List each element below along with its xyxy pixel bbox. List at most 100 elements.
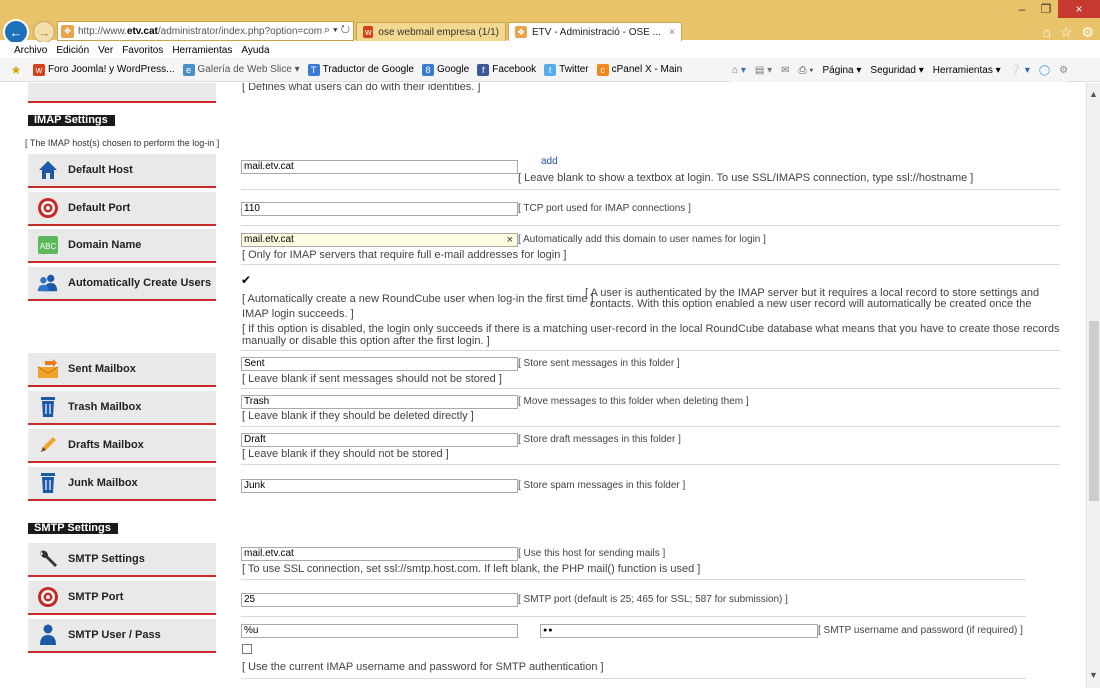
browser-titlebar: ← → ❖ http://www. etv.cat/administrator/i… <box>0 0 1100 45</box>
smtp-use-imap-checkbox[interactable] <box>242 644 252 654</box>
help-icon[interactable]: ❔ ▾ <box>1010 65 1030 76</box>
webslice-icon: e <box>182 63 195 76</box>
menu-ayuda[interactable]: Ayuda <box>241 45 269 56</box>
skype-icon[interactable]: ◯ <box>1039 65 1050 76</box>
row-label-smtp-user-pass: SMTP User / Pass <box>28 619 216 653</box>
auto-create-help: [ Automatically create a new RoundCube u… <box>242 293 594 305</box>
print-icon[interactable]: ⎙ ▾ <box>798 65 813 76</box>
forward-button[interactable]: → <box>33 21 55 43</box>
fav-twitter[interactable]: t Twitter <box>544 63 589 76</box>
w-icon: w <box>363 26 374 38</box>
smtp-password-input[interactable]: ●● <box>540 624 818 638</box>
cpanel-icon: c <box>596 63 609 76</box>
scroll-up-icon[interactable]: ▲ <box>1089 89 1098 99</box>
tab-webmail[interactable]: w ose webmail empresa (1/1) <box>356 22 506 41</box>
smtp-host-desc: [ Use this host for sending mails ] <box>518 548 666 559</box>
label-auto-create: Automatically Create Users <box>68 277 212 289</box>
gear-icon[interactable]: ⚙ <box>1081 24 1094 41</box>
smtp-username-input[interactable]: %u <box>241 624 518 638</box>
auto-create-help-2: IMAP login succeeds. ] <box>242 308 354 320</box>
row-label-sent-mailbox: Sent Mailbox <box>28 353 216 387</box>
label-drafts-mailbox: Drafts Mailbox <box>68 439 144 451</box>
google-icon: 8 <box>422 63 434 76</box>
home-cmd-icon[interactable]: ⌂ ▾ <box>732 65 746 76</box>
row-label-smtp-settings: SMTP Settings <box>28 543 216 577</box>
trash-mailbox-input[interactable]: Trash <box>241 395 518 409</box>
auto-create-help-4: manually or disable this option after th… <box>242 335 490 347</box>
clear-input-icon[interactable]: × <box>507 234 513 246</box>
vertical-scrollbar[interactable]: ▲ ▼ <box>1086 83 1100 688</box>
close-window-icon[interactable]: × <box>1058 0 1100 18</box>
label-sent-mailbox: Sent Mailbox <box>68 363 136 375</box>
menu-archivo[interactable]: Archivo <box>14 45 47 56</box>
scroll-down-icon[interactable]: ▼ <box>1089 670 1098 680</box>
favorites-star-add-icon[interactable]: ★ <box>10 64 25 76</box>
fav-facebook[interactable]: f Facebook <box>477 63 536 76</box>
label-smtp-port: SMTP Port <box>68 591 124 603</box>
row-label-smtp-port: SMTP Port <box>28 581 216 615</box>
menu-herramientas[interactable]: Herramientas <box>172 45 232 56</box>
cmd-seguridad[interactable]: Seguridad ▾ <box>870 65 923 76</box>
divider <box>241 678 1026 679</box>
auto-create-checkbox[interactable]: ✔ <box>241 274 251 286</box>
menu-ver[interactable]: Ver <box>98 45 113 56</box>
menu-edicion[interactable]: Edición <box>56 45 89 56</box>
tab-administracio[interactable]: ❖ ETV - Administració - OSE ... × <box>508 22 682 41</box>
divider <box>241 225 1060 226</box>
auto-create-help-3: [ If this option is disabled, the login … <box>242 323 1060 335</box>
drafts-mailbox-help: [ Leave blank if they should not be stor… <box>242 448 449 460</box>
sent-mail-icon <box>37 358 59 380</box>
scrollbar-thumb[interactable] <box>1089 321 1099 501</box>
feeds-icon[interactable]: ▤ ▾ <box>755 65 772 76</box>
fav-webslice[interactable]: e Galería de Web Slice ▾ <box>182 63 300 76</box>
minimize-icon[interactable]: – <box>1010 0 1034 18</box>
label-smtp-settings: SMTP Settings <box>68 553 145 565</box>
default-port-input[interactable]: 110 <box>241 202 518 216</box>
smtp-host-input[interactable]: mail.etv.cat <box>241 547 518 561</box>
command-bar: ⌂ ▾ ▤ ▾ ✉ ⎙ ▾ Página ▾ Seguridad ▾ Herra… <box>730 58 1069 82</box>
wrench-icon <box>37 548 59 570</box>
search-refresh-icon[interactable]: ⌕ ▾ ↻ <box>321 24 350 37</box>
maximize-icon[interactable]: ❐ <box>1034 0 1058 18</box>
domain-name-input[interactable]: mail.etv.cat × <box>241 233 518 247</box>
default-host-input[interactable]: mail.etv.cat <box>241 160 518 174</box>
fav-foro-joomla[interactable]: w Foro Joomla! y WordPress... <box>33 63 175 76</box>
drafts-mailbox-input[interactable]: Draft <box>241 433 518 447</box>
drafts-mailbox-desc: [ Store draft messages in this folder ] <box>518 434 681 445</box>
junk-mailbox-desc: [ Store spam messages in this folder ] <box>518 480 686 491</box>
label-junk-mailbox: Junk Mailbox <box>68 477 138 489</box>
fav-google[interactable]: 8 Google <box>422 63 469 76</box>
row-label-default-host: Default Host <box>28 154 216 188</box>
junk-mailbox-input[interactable]: Junk <box>241 479 518 493</box>
divider <box>241 350 1060 351</box>
users-icon <box>37 83 59 96</box>
mail-icon[interactable]: ✉ <box>781 65 789 76</box>
url-rest: /administrator/index.php?option=com_ <box>157 25 328 37</box>
facebook-icon: f <box>477 63 490 76</box>
tab-label: ose webmail empresa (1/1) <box>378 26 499 38</box>
url-prefix: http://www. <box>78 25 127 37</box>
fav-traductor[interactable]: T Traductor de Google <box>307 63 414 76</box>
divider <box>241 616 1026 617</box>
target-icon <box>37 197 59 219</box>
close-tab-icon[interactable]: × <box>669 27 675 38</box>
home-icon[interactable]: ⌂ <box>1042 24 1050 41</box>
sent-mailbox-input[interactable]: Sent <box>241 357 518 371</box>
smtp-port-input[interactable]: 25 <box>241 593 518 607</box>
default-port-desc: [ TCP port used for IMAP connections ] <box>518 203 691 214</box>
sent-mailbox-desc: [ Store sent messages in this folder ] <box>518 358 680 369</box>
page-viewport: [ Defines what users can do with their i… <box>0 83 1086 688</box>
fav-cpanel[interactable]: c cPanel X - Main <box>596 63 682 76</box>
row-label-default-port: Default Port <box>28 192 216 226</box>
label-trash-mailbox: Trash Mailbox <box>68 401 142 413</box>
trash-mailbox-desc: [ Move messages to this folder when dele… <box>518 396 749 407</box>
favorites-star-icon[interactable]: ☆ <box>1060 24 1073 41</box>
cmd-pagina[interactable]: Página ▾ <box>822 65 861 76</box>
label-default-port: Default Port <box>68 202 131 214</box>
addon-gear-icon[interactable]: ⚙ <box>1059 65 1068 76</box>
address-bar[interactable]: ❖ http://www. etv.cat/administrator/index… <box>57 21 354 41</box>
menu-favoritos[interactable]: Favoritos <box>122 45 163 56</box>
cmd-herramientas[interactable]: Herramientas ▾ <box>933 65 1001 76</box>
row-label-drafts-mailbox: Drafts Mailbox <box>28 429 216 463</box>
add-host-link[interactable]: add <box>541 156 558 167</box>
